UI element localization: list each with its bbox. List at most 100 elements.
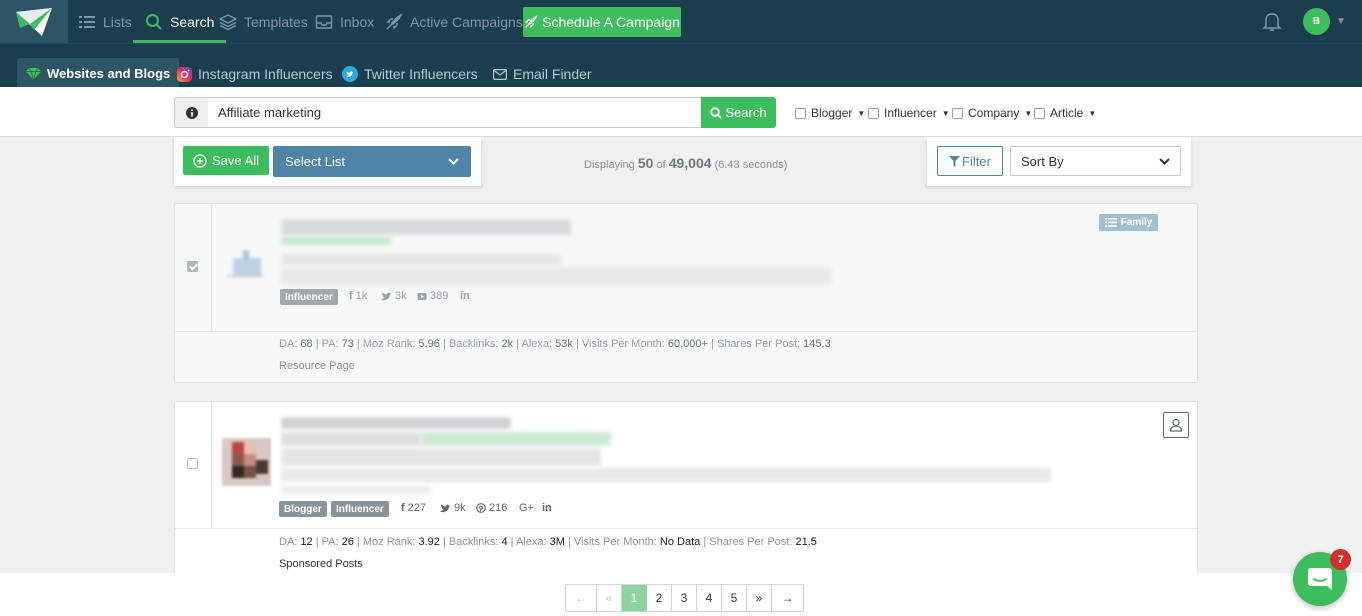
nav-label: Lists (103, 13, 132, 30)
linkedin-icon[interactable]: in (460, 290, 470, 302)
caret-down-icon[interactable]: ▼ (857, 109, 865, 118)
results-count: Displaying 50 of 49,004 (6.43 seconds) (584, 155, 787, 171)
list-icon (79, 15, 95, 28)
shares-value: 145.3 (803, 338, 831, 350)
moz-rank-value: 3.92 (418, 536, 440, 548)
filter-label: Company (968, 106, 1020, 120)
site-metrics: DA: 68 | PA: 73 | Moz Rank: 5.96 | Backl… (279, 338, 831, 350)
twitter-icon (440, 504, 451, 512)
result-checkbox[interactable] (187, 458, 198, 469)
checkbox[interactable] (952, 107, 963, 119)
youtube-value: 389 (430, 290, 449, 302)
envelope-logo-icon (16, 7, 52, 36)
search-input[interactable] (208, 97, 702, 128)
filter-influencer[interactable]: Influencer ▼ (868, 106, 950, 120)
display-prefix: Displaying (584, 159, 635, 171)
checkbox[interactable] (1034, 107, 1045, 119)
page-5-button[interactable]: 5 (722, 585, 747, 611)
alexa-label: Alexa: (516, 536, 547, 548)
shares-label: Shares Per Post: (716, 338, 801, 350)
tab-websites-blogs[interactable]: Websites and Blogs (17, 58, 180, 88)
tag-blogger: Blogger (279, 501, 327, 517)
result-card[interactable]: Blogger Influencer f 227 9k 216 G+ in DA:… (174, 401, 1198, 581)
checkbox[interactable] (868, 107, 879, 119)
page-2-button[interactable]: 2 (647, 585, 672, 611)
caret-down-icon[interactable]: ▼ (1024, 109, 1032, 118)
youtube-count: 389 (417, 290, 448, 302)
nav-templates[interactable]: Templates (219, 0, 308, 43)
nav-active-campaigns[interactable]: Active Campaigns (385, 0, 523, 43)
gem-icon (26, 67, 41, 80)
google-plus-icon[interactable]: G+ (519, 502, 534, 514)
card-divider (175, 528, 1197, 529)
nav-inbox[interactable]: Inbox (315, 0, 374, 43)
page-1-button[interactable]: 1 (622, 585, 647, 611)
visits-value: No Data (659, 536, 701, 548)
select-list-dropdown[interactable]: Select List (273, 146, 471, 177)
filter-sort-panel: Filter Sort By (927, 137, 1191, 186)
site-desc-blurred (281, 255, 561, 265)
caret-down-icon[interactable]: ▼ (942, 109, 950, 118)
page-first-button[interactable]: ← (566, 585, 597, 611)
card-check-column (175, 204, 212, 331)
schedule-campaign-button[interactable]: Schedule A Campaign (523, 7, 681, 37)
site-thumbnail (222, 438, 271, 486)
filter-button[interactable]: Filter (937, 146, 1003, 176)
notification-bell-icon[interactable] (1261, 10, 1283, 32)
search-button[interactable]: Search (701, 97, 776, 128)
sort-by-select[interactable]: Sort By (1010, 146, 1181, 176)
result-card[interactable]: Influencer f 1k 3k 389 in Family DA: 68 |… (174, 203, 1198, 383)
list-icon (1104, 218, 1117, 227)
tab-twitter-influencers[interactable]: Twitter Influencers (342, 59, 478, 89)
tab-label: Email Finder (513, 66, 592, 82)
search-icon (146, 13, 162, 30)
visits-label: Visits Per Month: (573, 536, 657, 548)
rocket-icon (524, 15, 538, 29)
twitter-icon (381, 292, 392, 300)
funnel-icon (949, 155, 961, 167)
filter-label: Article (1050, 106, 1084, 120)
list-badge-family[interactable]: Family (1099, 214, 1158, 231)
filter-article[interactable]: Article ▼ (1034, 106, 1096, 120)
search-type-tabs: Websites and Blogs Instagram Influencers… (0, 43, 1362, 89)
checkbox[interactable] (795, 107, 806, 119)
linkedin-icon[interactable]: in (542, 502, 552, 514)
user-avatar[interactable]: B (1303, 8, 1330, 35)
filter-company[interactable]: Company ▼ (952, 106, 1032, 120)
nav-lists[interactable]: Lists (78, 0, 132, 43)
chevron-down-icon[interactable]: ▼ (1336, 16, 1346, 27)
tab-email-finder[interactable]: Email Finder (493, 59, 592, 89)
app-logo[interactable] (0, 0, 68, 43)
backlinks-value: 2k (501, 338, 514, 350)
select-list-label: Select List (285, 154, 345, 169)
site-thumbnail (227, 248, 263, 278)
page-last-button[interactable]: → (772, 585, 803, 611)
page-prev-button[interactable]: « (597, 585, 622, 611)
filter-blogger[interactable]: Blogger ▼ (795, 106, 865, 120)
site-desc-blurred (281, 448, 601, 466)
info-icon[interactable] (174, 97, 209, 128)
page-4-button[interactable]: 4 (697, 585, 722, 611)
facebook-count: f 1k (349, 290, 367, 302)
pa-value: 26 (341, 536, 354, 548)
site-title-blurred (281, 432, 421, 446)
save-all-button[interactable]: Save All (183, 146, 269, 175)
instagram-icon (177, 66, 192, 82)
nav-label: Templates (244, 13, 308, 30)
moz-rank-label: Moz Rank: (362, 536, 416, 548)
page-3-button[interactable]: 3 (672, 585, 697, 611)
result-checkbox[interactable] (187, 261, 198, 272)
site-desc-blurred (281, 486, 431, 494)
da-label: DA: (279, 536, 298, 548)
twitter-icon (342, 66, 358, 82)
nav-label: Search (170, 13, 215, 30)
nav-search[interactable]: Search (133, 0, 227, 43)
bulk-actions-panel: Save All Select List (174, 137, 481, 186)
site-category: Resource Page (279, 360, 355, 372)
pinterest-count: 216 (476, 502, 507, 514)
page-next-button[interactable]: » (747, 585, 772, 611)
tab-instagram-influencers[interactable]: Instagram Influencers (177, 59, 333, 89)
display-of: of (656, 159, 666, 171)
contact-person-button[interactable] (1163, 412, 1189, 438)
caret-down-icon[interactable]: ▼ (1088, 109, 1096, 118)
